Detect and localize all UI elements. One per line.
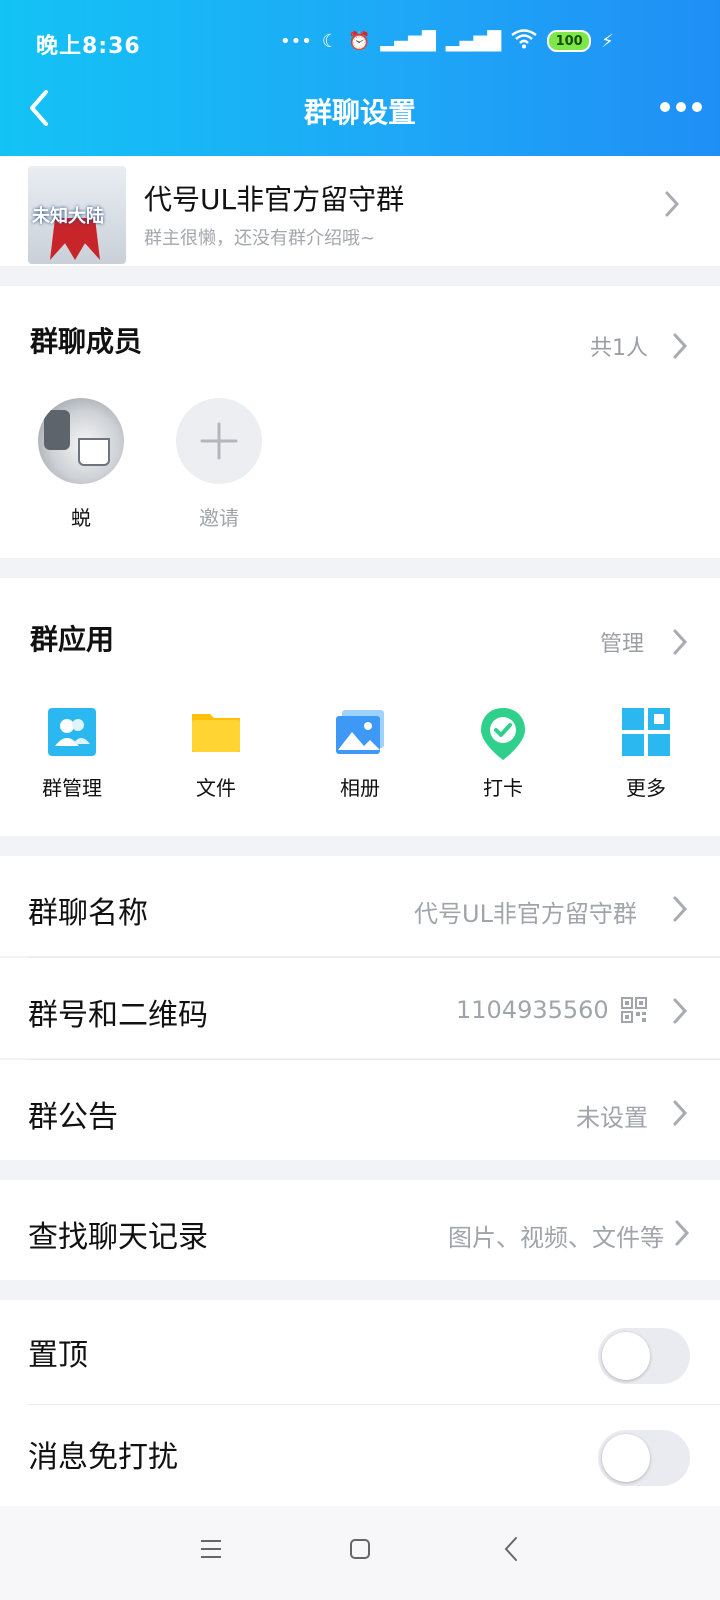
member-count[interactable]: 共1人 [590,330,648,362]
app-more[interactable]: 更多 [596,706,696,801]
chevron-right-icon [672,895,688,930]
more-dot-icon [692,102,702,112]
announcement-value: 未设置 [576,1104,648,1132]
signal-icon: ▂▄▆█ [380,30,436,52]
group-intro: 群主很懒，还没有群介绍哦~ [144,228,376,249]
app-label: 更多 [626,776,666,800]
chevron-right-icon [672,997,688,1032]
group-manage-icon [46,706,98,758]
app-group-manage[interactable]: 群管理 [22,706,122,801]
group-name-value: 代号UL非官方留守群 [414,900,637,928]
chevron-right-icon [672,1099,688,1134]
folder-icon [190,706,242,758]
apps-title: 群应用 [30,623,115,656]
row-title: 群号和二维码 [28,998,208,1033]
home-icon[interactable] [349,1538,371,1564]
chevron-right-icon [674,1219,690,1254]
member-name: 蜕 [71,506,91,530]
app-label: 打卡 [483,776,523,800]
member-avatar[interactable] [38,398,124,484]
status-bar: 晚上8:36 ••• ☾ ⏰ ▂▄▆█ ▂▄▆█ 100 ⚡ [0,0,720,86]
back-nav-icon[interactable] [504,1536,518,1566]
avatar-art [44,410,70,450]
divider [28,1404,720,1405]
menu-icon[interactable] [200,1538,222,1564]
plus-icon [200,422,238,460]
chevron-right-icon [664,190,680,225]
row-title: 查找聊天记录 [28,1220,208,1255]
toggle-knob [602,1434,650,1482]
signal-icon: ▂▄▆█ [445,30,502,52]
row-title: 消息免打扰 [28,1440,178,1475]
pin-toggle[interactable] [598,1328,690,1384]
group-avatar: 未知大陆 [28,166,126,264]
app-files[interactable]: 文件 [166,706,266,801]
row-title: 置顶 [28,1338,88,1373]
checkin-icon [477,706,529,760]
header: 晚上8:36 ••• ☾ ⏰ ▂▄▆█ ▂▄▆█ 100 ⚡ 群聊设置 [0,0,720,156]
chevron-right-icon[interactable] [672,628,688,663]
moon-icon: ☾ [321,30,338,52]
apps-manage-link[interactable]: 管理 [600,626,644,658]
qr-code-icon [620,996,648,1028]
more-dot-icon [660,102,670,112]
mute-toggle[interactable] [598,1430,690,1486]
album-icon [334,706,386,758]
wifi-icon [511,28,537,54]
row-title: 群聊名称 [28,896,148,931]
avatar-art [78,438,110,466]
more-options-button[interactable] [660,102,702,112]
app-album[interactable]: 相册 [310,706,410,801]
app-label: 文件 [196,776,236,800]
members-title: 群聊成员 [30,325,143,358]
toggle-knob [602,1332,650,1380]
more-dots-icon: ••• [280,30,312,52]
grid-icon [620,706,672,758]
group-number-value: 1104935560 [456,996,609,1024]
row-title: 群公告 [28,1100,118,1135]
battery-icon: 100 [547,30,592,52]
status-icons: ••• ☾ ⏰ ▂▄▆█ ▂▄▆█ 100 ⚡ [280,26,614,56]
system-nav-bar [0,1506,720,1600]
app-checkin[interactable]: 打卡 [453,706,553,801]
invite-button[interactable] [176,398,262,484]
chevron-right-icon[interactable] [672,332,688,367]
invite-label: 邀请 [199,506,239,530]
app-label: 群管理 [42,776,102,800]
app-label: 相册 [340,776,380,800]
charging-icon: ⚡ [601,30,614,52]
status-time: 晚上8:36 [36,34,141,59]
page-title: 群聊设置 [303,96,416,129]
group-name: 代号UL非官方留守群 [144,183,405,216]
more-dot-icon [676,102,686,112]
search-history-value: 图片、视频、文件等 [448,1224,664,1252]
avatar-logo-text: 未知大陆 [32,206,104,227]
alarm-icon: ⏰ [348,30,371,52]
